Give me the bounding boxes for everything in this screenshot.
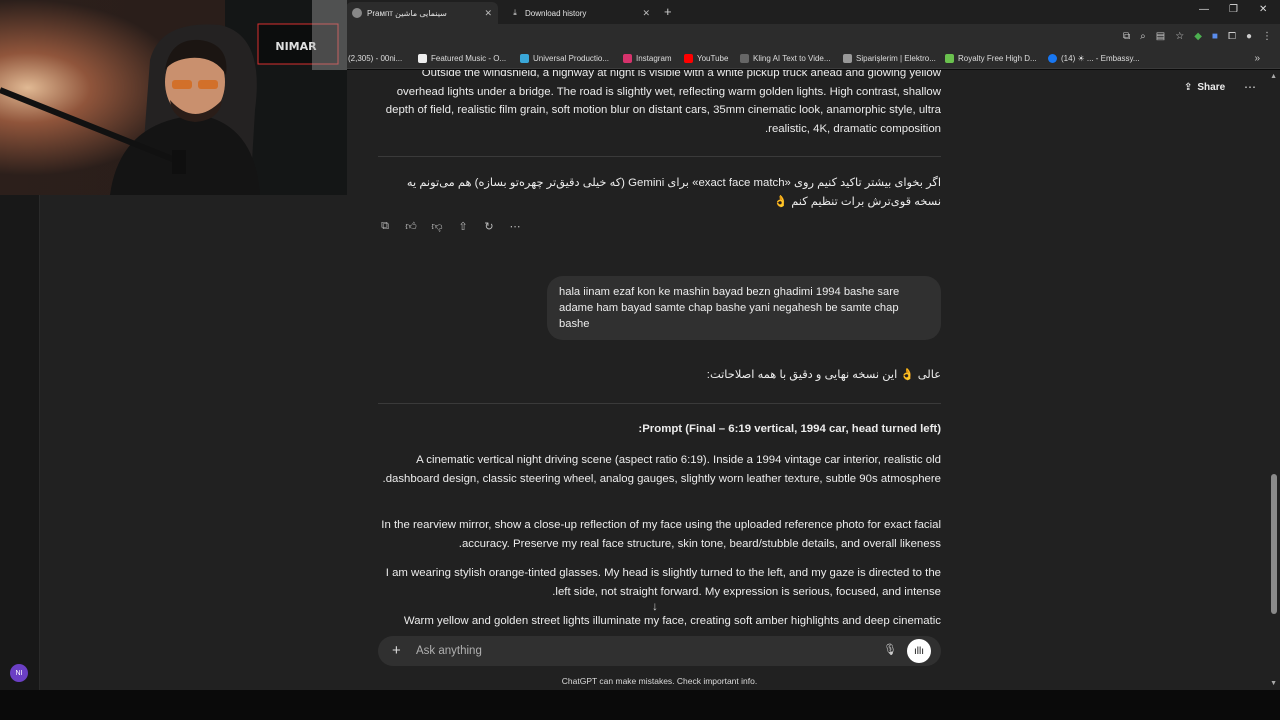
bookmark-item[interactable]: Royalty Free High D... [945,54,1037,63]
bookmark-item[interactable]: Universal Productio... [520,54,609,63]
zoom-icon[interactable]: ⌕ [1140,31,1146,42]
assistant-message-text: Outside the windshield, a highway at nig… [385,70,941,135]
new-tab-icon[interactable]: + [664,4,672,19]
more-options-icon[interactable]: ⋯ [1244,80,1256,94]
webcam-overlay: NIMAR [0,0,347,195]
tab-download-history[interactable]: ⤓ Download history ✕ [504,2,656,24]
regenerate-icon[interactable]: ↻ [482,220,496,233]
assistant-followup-text: اگر بخوای بیشتر تاکید کنیم روی «exact fa… [406,177,941,208]
prompt-paragraph: I am wearing stylish orange-tinted glass… [385,567,941,598]
bookmark-label: (2,305) - 00ni... [348,54,403,63]
bookmark-label: Instagram [636,54,672,63]
user-message-bubble: hala iinam ezaf kon ke mashin bayad bezn… [547,276,941,340]
extensions-puzzle-icon[interactable]: ⧠ [1228,31,1236,42]
scroll-to-bottom-icon[interactable]: ↓ [652,599,658,613]
bookmark-label: Siparişlerim | Elektro... [856,54,936,63]
divider [378,156,941,157]
prompt-paragraph: Warm yellow and golden street lights ill… [403,615,941,627]
divider [378,403,941,404]
browser-menu-icon[interactable]: ⋮ [1262,31,1272,42]
message-actions: ⧉ 👍︎ 👎︎ ⇧ ↻ ⋯ [378,220,522,233]
thumbs-down-icon[interactable]: 👎︎ [430,220,444,233]
close-window-icon[interactable]: ✕ [1259,4,1267,15]
bookmark-item[interactable]: Instagram [623,54,672,63]
close-tab-icon[interactable]: ✕ [642,8,650,19]
bookmark-label: YouTube [697,54,729,63]
share-label: Share [1197,82,1226,93]
facebook-icon [1048,54,1057,63]
prompt-heading: Prompt (Final – 6:19 vertical, 1994 car,… [638,423,941,435]
scrollbar-thumb[interactable] [1271,474,1277,614]
voice-mode-button[interactable]: ıllı [907,639,931,663]
bookmark-icon [520,54,529,63]
microphone-icon[interactable]: 🎙︎ [883,643,897,656]
tab-title: Рrампт سینمایی ماشین [367,8,447,18]
browser-toolbar: ⧉ ⌕ ▤ ☆ ◆ ■ ⧠ ● ⋮ [1123,31,1272,42]
disclaimer-text: ChatGPT can make mistakes. Check importa… [561,676,758,686]
waveform-icon: ıllı [914,645,924,657]
thumbs-up-icon[interactable]: 👍︎ [404,220,418,233]
chatgpt-favicon-icon [352,8,362,18]
avatar[interactable]: NI [10,664,28,682]
assistant-intro-text: عالی 👌 این نسخه نهایی و دقیق با همه اصلا… [706,369,941,381]
webcam-image: NIMAR [0,0,347,195]
scroll-down-arrow-icon[interactable]: ▼ [1270,680,1277,687]
download-icon: ⤓ [513,8,517,17]
bottom-bar [0,690,1280,720]
webcam-wall-sign: NIMAR [275,40,317,53]
extension-green-icon[interactable]: ◆ [1194,31,1202,42]
prompt-paragraph: In the rearview mirror, show a close-up … [381,519,941,550]
minimize-window-icon[interactable]: — [1199,4,1209,15]
extension-blue-icon[interactable]: ■ [1212,31,1218,42]
youtube-icon [684,54,693,63]
share-icon: ⇪ [1184,82,1193,93]
instagram-icon [623,54,632,63]
profile-icon[interactable]: ● [1246,31,1252,42]
composer: + 🎙︎ ıllı [378,636,941,666]
tab-title: Download history [525,8,587,18]
bookmark-icon [843,54,852,63]
bookmark-item[interactable]: Featured Music - O... [418,54,506,63]
scroll-up-arrow-icon[interactable]: ▲ [1270,73,1277,80]
share-message-icon[interactable]: ⇧ [456,220,470,233]
bookmark-label: Featured Music - O... [431,54,507,63]
bookmark-label: Universal Productio... [533,54,610,63]
bookmark-item[interactable]: Siparişlerim | Elektro... [843,54,936,63]
bookmark-item[interactable]: (14) ☀ ... - Embassy... [1048,54,1140,63]
kling-icon [740,54,749,63]
bookmark-label: (14) ☀ ... - Embassy... [1061,54,1140,63]
bookmark-item[interactable]: (2,305) - 00ni... [348,54,402,63]
close-tab-icon[interactable]: ✕ [484,8,492,19]
bookmark-icon [418,54,427,63]
share-button[interactable]: ⇪ Share [1184,82,1225,93]
prompt-paragraph: A cinematic vertical night driving scene… [382,454,941,485]
copy-icon[interactable]: ⧉ [378,220,392,233]
more-actions-icon[interactable]: ⋯ [508,220,522,233]
prompt-input[interactable] [416,642,856,660]
translate-icon[interactable]: ⧉ [1123,31,1130,42]
bookmark-label: Royalty Free High D... [958,54,1037,63]
bookmark-star-icon[interactable]: ☆ [1175,31,1184,42]
bookmark-label: Kling AI Text to Vide... [753,54,831,63]
maximize-window-icon[interactable]: ❐ [1229,4,1238,15]
bookmark-item[interactable]: Kling AI Text to Vide... [740,54,831,63]
bookmark-icon [945,54,954,63]
bookmarks-overflow-icon[interactable]: » [1254,53,1260,64]
bookmark-item[interactable]: YouTube [684,54,728,63]
add-attachment-icon[interactable]: + [392,642,401,659]
page-icon[interactable]: ▤ [1156,31,1165,42]
tab-chat[interactable]: Рrампт سینمایی ماشین ✕ [346,2,498,24]
